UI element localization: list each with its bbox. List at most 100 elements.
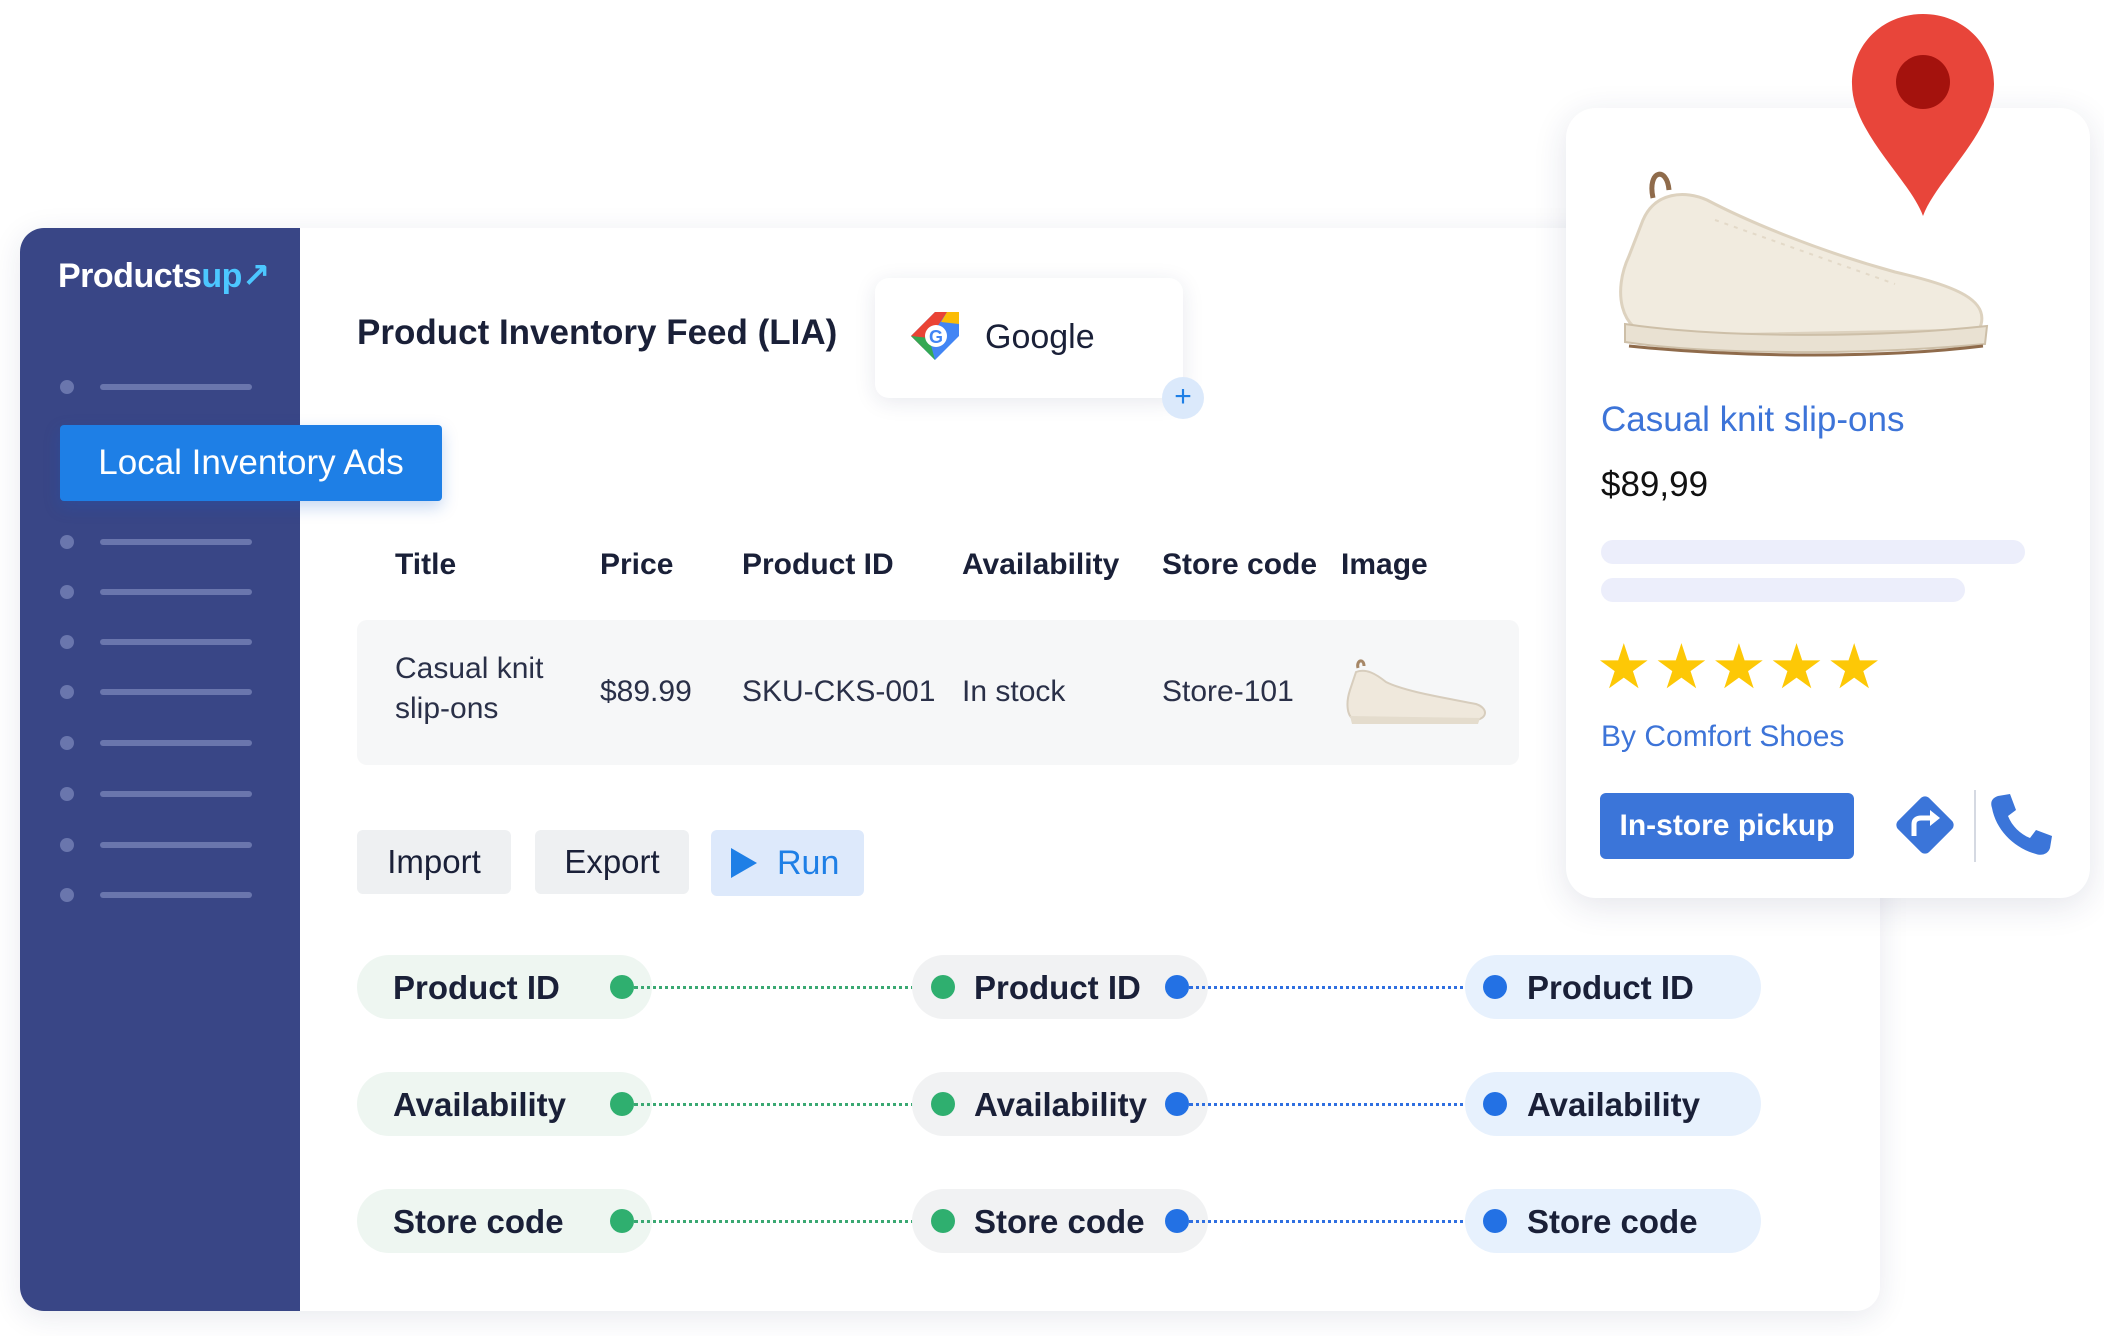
- cell-store-code: Store-101: [1162, 675, 1294, 708]
- field-label: Availability: [974, 1086, 1148, 1123]
- svg-text:G: G: [929, 327, 943, 347]
- play-icon: [731, 848, 757, 878]
- middle-field-store-code[interactable]: Store code: [912, 1189, 1208, 1253]
- google-tag-icon: G: [911, 312, 959, 360]
- rating-stars: ★★★★★: [1596, 633, 1884, 702]
- sidebar: Productsup↗: [20, 228, 300, 1311]
- in-store-pickup-button[interactable]: In-store pickup: [1600, 793, 1854, 859]
- placeholder-line: [1601, 578, 1965, 602]
- product-price: $89,99: [1601, 465, 1709, 504]
- connector-dot[interactable]: [610, 975, 634, 999]
- mapping-connector: [1189, 1103, 1483, 1106]
- sidebar-placeholder-line: [100, 639, 252, 645]
- phone-icon[interactable]: [1986, 790, 2056, 860]
- field-label: Product ID: [393, 969, 560, 1006]
- field-label: Availability: [393, 1086, 567, 1123]
- target-field-product-id[interactable]: Product ID: [1465, 955, 1761, 1019]
- connector-dot[interactable]: [1483, 1092, 1507, 1116]
- sidebar-placeholder-line: [100, 740, 252, 746]
- middle-field-product-id[interactable]: Product ID: [912, 955, 1208, 1019]
- divider: [1974, 790, 1976, 862]
- sidebar-dot: [60, 685, 74, 699]
- target-field-availability[interactable]: Availability: [1465, 1072, 1761, 1136]
- sidebar-placeholder-line: [100, 842, 252, 848]
- channel-card-google[interactable]: G Google: [875, 278, 1183, 398]
- cell-title-line: Casual knit: [395, 652, 544, 685]
- field-label: Availability: [1527, 1086, 1701, 1123]
- connector-dot[interactable]: [931, 975, 955, 999]
- target-field-store-code[interactable]: Store code: [1465, 1189, 1761, 1253]
- field-label: Store code: [974, 1203, 1145, 1240]
- sidebar-item-local-inventory-ads[interactable]: Local Inventory Ads: [60, 425, 442, 501]
- sidebar-placeholder-line: [100, 689, 252, 695]
- export-button[interactable]: Export: [535, 830, 689, 894]
- cell-price: $89.99: [600, 675, 692, 708]
- connector-dot[interactable]: [931, 1092, 955, 1116]
- placeholder-line: [1601, 540, 2025, 564]
- field-label: Product ID: [1527, 969, 1694, 1006]
- sidebar-placeholder-line: [100, 589, 252, 595]
- connector-dot[interactable]: [1165, 975, 1189, 999]
- sidebar-dot: [60, 635, 74, 649]
- sidebar-dot: [60, 787, 74, 801]
- source-field-availability[interactable]: Availability: [357, 1072, 652, 1136]
- mapping-connector: [634, 1220, 940, 1223]
- column-header-title[interactable]: Title: [395, 548, 456, 582]
- connector-dot[interactable]: [610, 1092, 634, 1116]
- column-header-availability[interactable]: Availability: [962, 548, 1119, 582]
- mapping-connector: [634, 986, 940, 989]
- sidebar-dot: [60, 380, 74, 394]
- sidebar-item[interactable]: [60, 685, 260, 699]
- channel-name: Google: [985, 318, 1095, 356]
- middle-field-availability[interactable]: Availability: [912, 1072, 1208, 1136]
- run-button[interactable]: Run: [711, 830, 864, 896]
- add-channel-button[interactable]: +: [1162, 377, 1204, 419]
- source-field-product-id[interactable]: Product ID: [357, 955, 652, 1019]
- cell-product-id: SKU-CKS-001: [742, 675, 936, 708]
- connector-dot[interactable]: [610, 1209, 634, 1233]
- sidebar-item[interactable]: [60, 838, 260, 852]
- seller-link[interactable]: By Comfort Shoes: [1601, 720, 1844, 754]
- product-thumbnail: [1346, 659, 1486, 724]
- sidebar-placeholder-line: [100, 384, 252, 390]
- column-header-product-id[interactable]: Product ID: [742, 548, 894, 582]
- run-label: Run: [777, 844, 840, 882]
- field-label: Store code: [1527, 1203, 1698, 1240]
- field-label: Store code: [393, 1203, 564, 1240]
- sidebar-dot: [60, 535, 74, 549]
- page-title: Product Inventory Feed (LIA): [357, 313, 838, 352]
- sidebar-dot: [60, 888, 74, 902]
- mapping-connector: [1189, 986, 1483, 989]
- import-button[interactable]: Import: [357, 830, 511, 894]
- column-header-price[interactable]: Price: [600, 548, 673, 582]
- sidebar-item[interactable]: [60, 787, 260, 801]
- sidebar-item[interactable]: [60, 535, 260, 549]
- product-name[interactable]: Casual knit slip-ons: [1601, 400, 1904, 440]
- sidebar-item[interactable]: [60, 380, 260, 394]
- cell-title-line: slip-ons: [395, 692, 499, 725]
- sidebar-placeholder-line: [100, 539, 252, 545]
- map-pin-icon: [1852, 14, 1994, 216]
- sidebar-item[interactable]: [60, 736, 260, 750]
- mapping-connector: [1189, 1220, 1483, 1223]
- connector-dot[interactable]: [1483, 975, 1507, 999]
- mapping-connector: [634, 1103, 940, 1106]
- connector-dot[interactable]: [931, 1209, 955, 1233]
- sidebar-placeholder-line: [100, 892, 252, 898]
- connector-dot[interactable]: [1165, 1092, 1189, 1116]
- sidebar-dot: [60, 838, 74, 852]
- source-field-store-code[interactable]: Store code: [357, 1189, 652, 1253]
- sidebar-dot: [60, 736, 74, 750]
- sidebar-item[interactable]: [60, 585, 260, 599]
- directions-icon[interactable]: [1890, 790, 1960, 860]
- connector-dot[interactable]: [1165, 1209, 1189, 1233]
- cell-availability: In stock: [962, 675, 1066, 708]
- sidebar-item[interactable]: [60, 888, 260, 902]
- column-header-store-code[interactable]: Store code: [1162, 548, 1317, 582]
- connector-dot[interactable]: [1483, 1209, 1507, 1233]
- column-header-image[interactable]: Image: [1341, 548, 1428, 582]
- productsup-logo[interactable]: Productsup↗: [58, 256, 270, 296]
- sidebar-item[interactable]: [60, 635, 260, 649]
- field-label: Product ID: [974, 969, 1141, 1006]
- cell-title: Casual knit slip-ons: [395, 652, 543, 726]
